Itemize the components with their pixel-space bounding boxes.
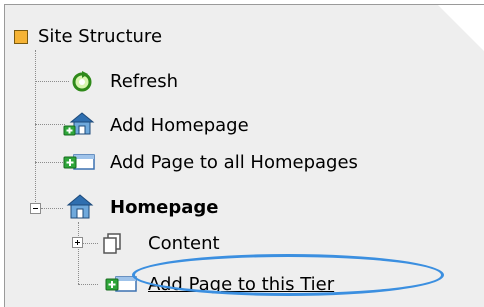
tree-item-refresh[interactable]: Refresh — [110, 70, 178, 94]
collapse-toggle[interactable] — [30, 203, 41, 214]
tree-connector — [35, 50, 36, 210]
tree-connector — [35, 162, 63, 163]
refresh-icon[interactable] — [70, 69, 94, 93]
tree-connector — [82, 243, 98, 244]
tree-item-homepage[interactable]: Homepage — [110, 196, 219, 220]
tree-connector — [78, 284, 98, 285]
tree-connector — [41, 208, 63, 209]
content-pages-icon[interactable] — [100, 232, 124, 256]
tree-connector — [35, 81, 69, 82]
site-structure-label[interactable]: Site Structure — [38, 25, 162, 49]
expand-toggle[interactable] — [72, 237, 83, 248]
panel-corner — [438, 5, 484, 51]
tree-item-add-homepage[interactable]: Add Homepage — [110, 114, 249, 138]
tree-connector — [78, 222, 79, 284]
tree-connector — [35, 124, 65, 125]
homepage-icon[interactable] — [62, 193, 98, 221]
tree-item-content[interactable]: Content — [148, 232, 220, 256]
highlight-oval — [132, 254, 444, 296]
site-structure-root-icon — [14, 30, 28, 44]
add-page-icon[interactable] — [62, 151, 98, 173]
tree-item-add-page-all-homepages[interactable]: Add Page to all Homepages — [110, 151, 358, 175]
add-homepage-icon[interactable] — [62, 110, 96, 138]
